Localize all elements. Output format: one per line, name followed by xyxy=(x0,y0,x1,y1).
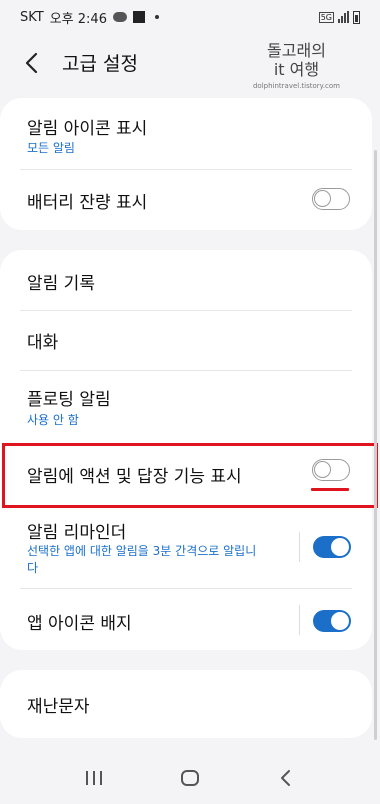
home-icon xyxy=(181,770,199,786)
reminders-row[interactable]: 알림 리마인더 선택한 앱에 대한 알림을 3분 간격으로 알립니다 xyxy=(0,512,372,584)
floating-notifications-value: 사용 안 함 xyxy=(27,413,79,427)
battery-percent-toggle[interactable] xyxy=(312,188,350,210)
conversations-title: 대화 xyxy=(27,333,59,353)
more-notifications-icon xyxy=(154,15,159,19)
back-arrow-icon[interactable] xyxy=(20,50,46,76)
recent-apps-icon xyxy=(86,771,102,785)
floating-notifications-row[interactable]: 플로팅 알림 사용 안 함 xyxy=(0,371,372,441)
battery-percent-row[interactable]: 배터리 잔량 표시 xyxy=(0,170,372,230)
network-type-icon: 5G xyxy=(318,11,334,23)
status-bar: SKT 오후 2:46 5G xyxy=(0,0,380,34)
reminders-toggle[interactable] xyxy=(313,536,351,558)
back-button[interactable] xyxy=(266,758,306,798)
notification-icons-title: 알림 아이콘 표시 xyxy=(27,119,148,139)
app-icon-badges-toggle[interactable] xyxy=(313,610,351,632)
highlight-annotation xyxy=(2,443,378,508)
floating-notifications-title: 플로팅 알림 xyxy=(27,390,111,410)
row-separator xyxy=(299,532,300,562)
reminders-description: 선택한 앱에 대한 알림을 3분 간격으로 알립니다 xyxy=(27,544,257,575)
battery-icon xyxy=(353,10,360,24)
notification-history-row[interactable]: 알림 기록 xyxy=(0,250,372,310)
settings-card-alerts: 재난문자 xyxy=(0,670,372,738)
signal-icon xyxy=(338,11,349,23)
row-separator xyxy=(299,605,300,635)
watermark-url: dolphintravel.tistory.com xyxy=(252,82,340,90)
carrier-label: SKT xyxy=(20,9,44,25)
blog-watermark: 돌고래의 it 여행 dolphintravel.tistory.com xyxy=(252,41,340,91)
watermark-line1: 돌고래의 xyxy=(267,41,326,60)
app-icon-badges-title: 앱 아이콘 배지 xyxy=(27,614,132,634)
emergency-alerts-row[interactable]: 재난문자 xyxy=(0,670,372,738)
notification-history-title: 알림 기록 xyxy=(27,274,95,294)
emergency-alerts-title: 재난문자 xyxy=(27,697,90,717)
app-header: 고급 설정 돌고래의 it 여행 dolphintravel.tistory.c… xyxy=(0,34,380,100)
recent-apps-button[interactable] xyxy=(74,758,114,798)
home-button[interactable] xyxy=(170,758,210,798)
underline-annotation xyxy=(311,488,349,491)
notification-icons-row[interactable]: 알림 아이콘 표시 모든 알림 xyxy=(0,98,372,168)
reminders-title: 알림 리마인더 xyxy=(27,523,127,543)
battery-percent-title: 배터리 잔량 표시 xyxy=(27,193,148,213)
watermark-line2: it 여행 xyxy=(273,60,320,79)
clock: 오후 2:46 xyxy=(49,11,107,27)
notification-icons-value: 모든 알림 xyxy=(27,141,75,155)
talk-notification-icon xyxy=(112,12,127,22)
back-icon xyxy=(281,770,290,786)
app-icon-badges-row[interactable]: 앱 아이콘 배지 xyxy=(0,589,372,650)
page-title: 고급 설정 xyxy=(62,53,138,75)
app-notification-icon xyxy=(132,11,145,23)
settings-card-display: 알림 아이콘 표시 모든 알림 배터리 잔량 표시 xyxy=(0,98,372,230)
scrollbar[interactable] xyxy=(374,150,377,740)
navigation-bar xyxy=(0,752,380,804)
conversations-row[interactable]: 대화 xyxy=(0,311,372,369)
